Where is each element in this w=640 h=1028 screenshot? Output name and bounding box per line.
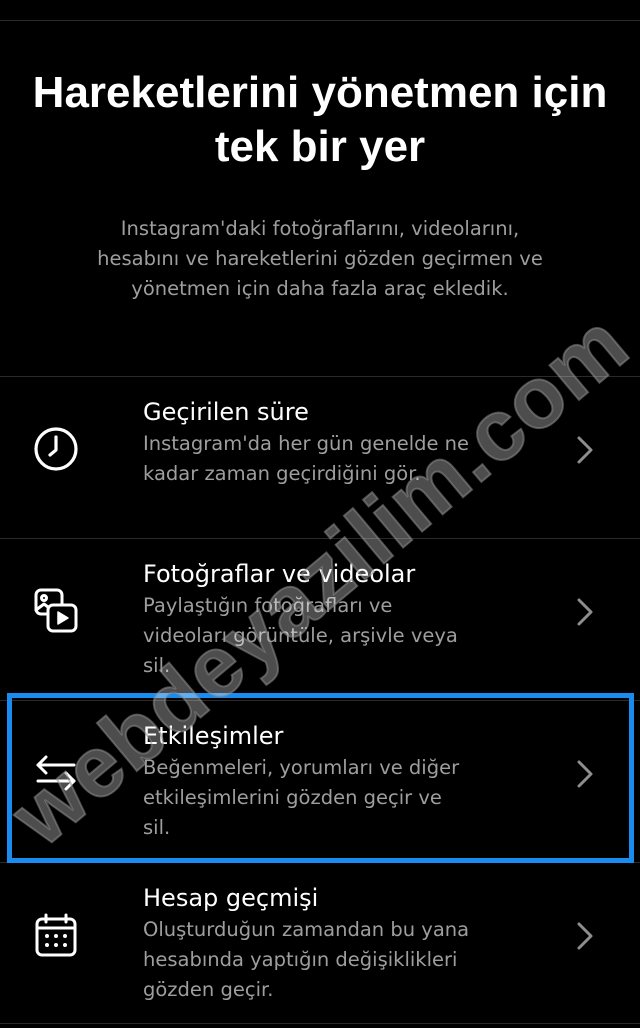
menu-item-title: Hesap geçmişi	[143, 884, 319, 912]
page-title: Hareketlerini yönetmen için tek bir yer	[32, 68, 608, 171]
menu-item-description: Beğenmeleri, yorumları ve diğer etkileşi…	[143, 756, 460, 839]
top-divider	[0, 20, 640, 21]
menu-item-title: Geçirilen süre	[143, 398, 309, 426]
menu-item-photos-videos[interactable]: Fotoğraflar ve videolar Paylaştığın foto…	[0, 538, 640, 700]
clock-icon	[30, 423, 82, 475]
chevron-right-icon	[572, 918, 598, 954]
menu-item-interactions[interactable]: Etkileşimler Beğenmeleri, yorumları ve d…	[0, 700, 640, 862]
menu-item-account-history[interactable]: Hesap geçmişi Oluşturduğun zamandan bu y…	[0, 862, 640, 1024]
photos-videos-icon	[30, 585, 82, 637]
menu-item-title: Fotoğraflar ve videolar	[143, 560, 416, 588]
menu-item-description: Oluşturduğun zamandan bu yana hesabında …	[143, 918, 470, 1001]
menu-item-time-spent[interactable]: Geçirilen süre Instagram'da her gün gene…	[0, 376, 640, 538]
activity-menu: Geçirilen süre Instagram'da her gün gene…	[0, 376, 640, 1024]
swap-arrows-icon	[30, 747, 82, 799]
chevron-right-icon	[572, 594, 598, 630]
menu-item-description: Instagram'da her gün genelde ne kadar za…	[143, 432, 470, 485]
menu-item-title: Etkileşimler	[143, 722, 284, 750]
page-description: Instagram'daki fotoğraflarını, videoları…	[97, 217, 543, 300]
chevron-right-icon	[572, 432, 598, 468]
calendar-icon	[30, 909, 82, 961]
chevron-right-icon	[572, 756, 598, 792]
menu-item-description: Paylaştığın fotoğrafları ve videoları gö…	[143, 594, 458, 677]
